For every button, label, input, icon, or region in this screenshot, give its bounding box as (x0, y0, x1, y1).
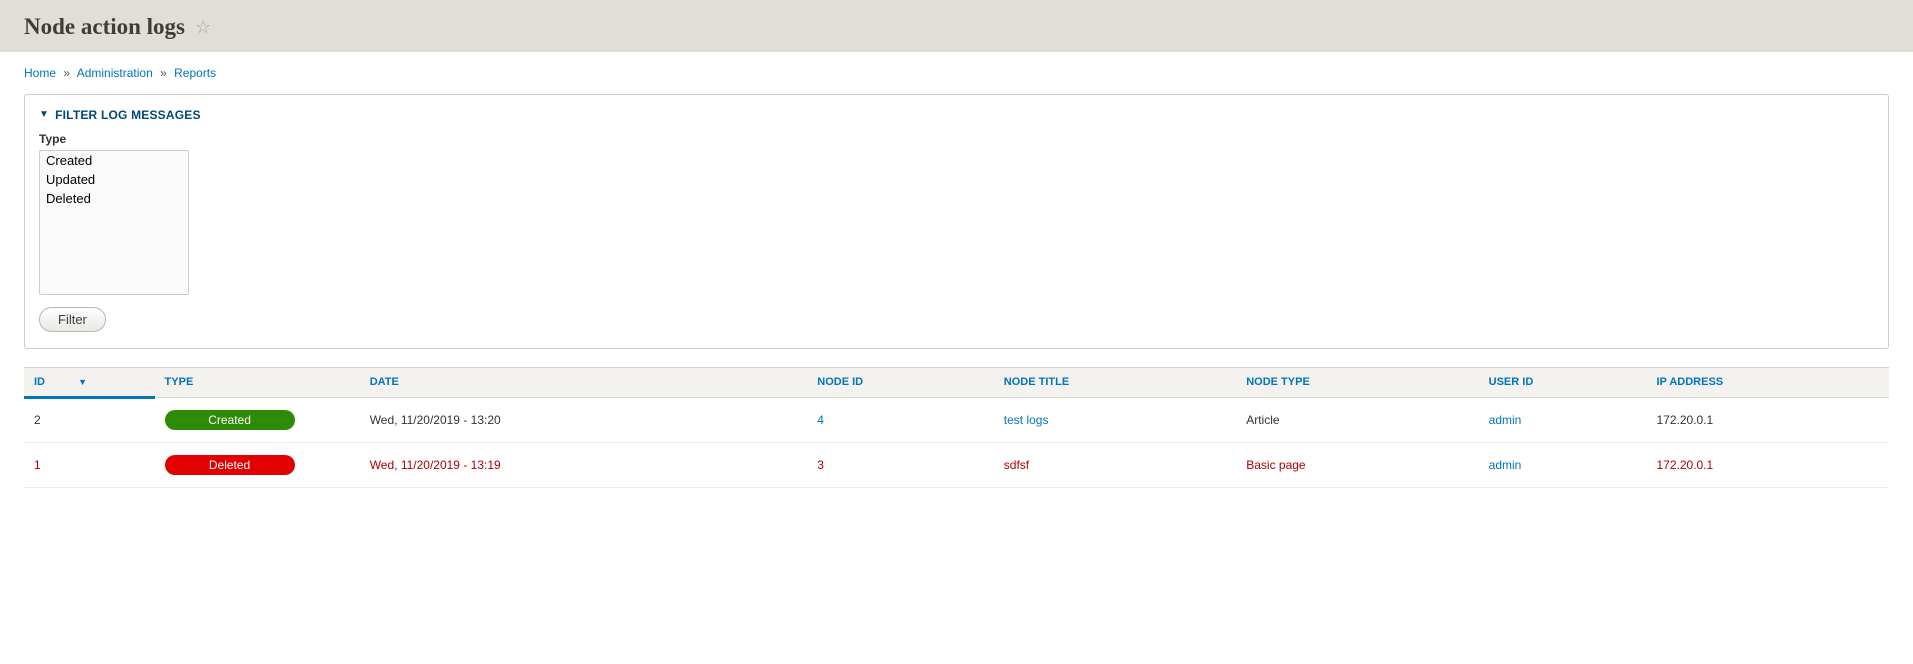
type-select[interactable]: CreatedUpdatedDeleted (39, 150, 189, 295)
breadcrumb-sep: » (63, 66, 70, 80)
breadcrumb-sep: » (160, 66, 167, 80)
col-type[interactable]: TYPE (165, 376, 194, 388)
cell-ip: 172.20.0.1 (1647, 442, 1890, 487)
breadcrumb-reports[interactable]: Reports (174, 66, 216, 80)
col-node-type[interactable]: NODE TYPE (1246, 376, 1310, 388)
cell-node-type: Article (1236, 397, 1478, 442)
breadcrumb: Home » Administration » Reports (24, 66, 1889, 80)
filter-legend-text: FILTER LOG MESSAGES (55, 108, 201, 122)
cell-user-id: admin (1479, 397, 1647, 442)
filter-fieldset: ▼ FILTER LOG MESSAGES Type CreatedUpdate… (24, 94, 1889, 349)
node-id-link[interactable]: 3 (817, 458, 824, 472)
star-icon[interactable]: ☆ (195, 18, 211, 36)
log-table: ID ▼ TYPE DATE NODE ID NODE TITLE NODE T… (24, 367, 1889, 488)
page-title: Node action logs (24, 14, 185, 40)
table-row: 1 Deleted Wed, 11/20/2019 - 13:19 3 sdfsf Bas… (24, 442, 1889, 487)
cell-node-type: Basic page (1236, 442, 1478, 487)
type-label: Type (39, 132, 1874, 146)
cell-node-id: 4 (807, 397, 994, 442)
col-user-id[interactable]: USER ID (1489, 376, 1534, 388)
type-option[interactable]: Deleted (40, 189, 188, 208)
status-badge: Deleted (165, 455, 295, 475)
header-bar: Node action logs ☆ (0, 0, 1913, 52)
cell-date: Wed, 11/20/2019 - 13:19 (360, 442, 808, 487)
user-link[interactable]: admin (1489, 458, 1522, 472)
cell-ip: 172.20.0.1 (1647, 397, 1890, 442)
status-badge: Created (165, 410, 295, 430)
cell-type: Created (155, 397, 360, 442)
table-header-row: ID ▼ TYPE DATE NODE ID NODE TITLE NODE T… (24, 367, 1889, 397)
cell-node-title: test logs (994, 397, 1236, 442)
col-ip[interactable]: IP ADDRESS (1657, 376, 1724, 388)
sort-desc-icon: ▼ (78, 377, 87, 387)
cell-date: Wed, 11/20/2019 - 13:20 (360, 397, 808, 442)
node-id-link[interactable]: 4 (817, 413, 824, 427)
cell-type: Deleted (155, 442, 360, 487)
col-node-title[interactable]: NODE TITLE (1004, 376, 1069, 388)
cell-node-id: 3 (807, 442, 994, 487)
breadcrumb-home[interactable]: Home (24, 66, 56, 80)
breadcrumb-admin[interactable]: Administration (77, 66, 153, 80)
cell-id: 1 (24, 442, 155, 487)
cell-node-title: sdfsf (994, 442, 1236, 487)
cell-id: 2 (24, 397, 155, 442)
col-id[interactable]: ID (34, 376, 45, 388)
cell-user-id: admin (1479, 442, 1647, 487)
node-title-link[interactable]: test logs (1004, 413, 1049, 427)
triangle-down-icon: ▼ (39, 109, 49, 120)
user-link[interactable]: admin (1489, 413, 1522, 427)
col-node-id[interactable]: NODE ID (817, 376, 863, 388)
type-option[interactable]: Updated (40, 170, 188, 189)
filter-button[interactable]: Filter (39, 307, 106, 332)
filter-legend[interactable]: ▼ FILTER LOG MESSAGES (39, 108, 201, 122)
content-region: Home » Administration » Reports ▼ FILTER… (0, 52, 1913, 518)
col-date[interactable]: DATE (370, 376, 399, 388)
table-row: 2 Created Wed, 11/20/2019 - 13:20 4 test log… (24, 397, 1889, 442)
node-title-link[interactable]: sdfsf (1004, 458, 1029, 472)
type-option[interactable]: Created (40, 151, 188, 170)
